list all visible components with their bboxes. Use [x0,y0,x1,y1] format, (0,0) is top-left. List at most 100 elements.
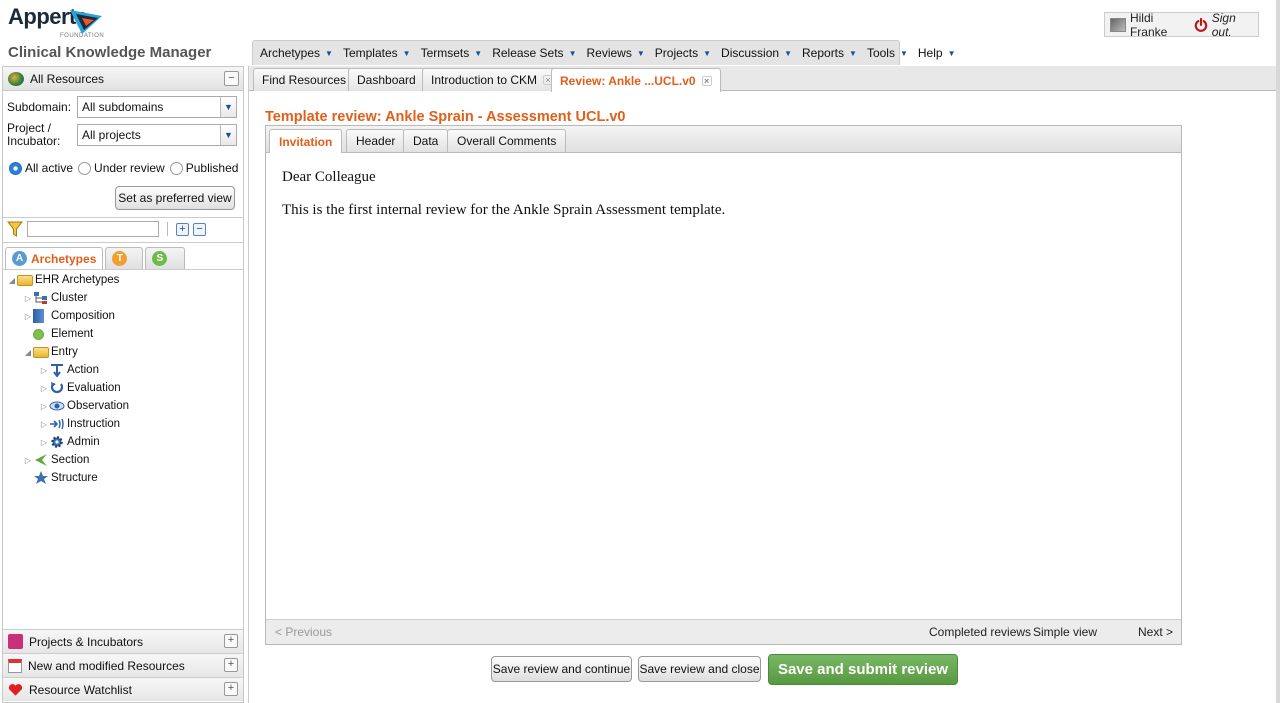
sign-out-link[interactable]: Sign out. [1212,11,1253,39]
filter-funnel-icon[interactable] [7,221,23,237]
previous-link[interactable]: < Previous [275,625,332,639]
tab-templates[interactable]: T [105,247,144,269]
tree-node-admin[interactable]: ▷ Admin [7,433,243,451]
tree-node-section[interactable]: ▷ Section [7,451,243,469]
radio-all-active[interactable] [9,161,22,175]
set-preferred-view-button[interactable]: Set as preferred view [115,186,235,210]
tree-node-evaluation[interactable]: ▷ Evaluation [7,379,243,397]
sidebar-header: All Resources − [3,67,243,91]
tab-review-ankle[interactable]: Review: Ankle ...UCL.v0 × [551,68,721,92]
sidebar-projects-incubators[interactable]: Projects & Incubators + [3,629,243,653]
composition-icon [33,309,44,323]
simple-view-link[interactable]: Simple view [1033,625,1097,639]
tree-label: Entry [51,346,78,358]
tab-dashboard[interactable]: Dashboard [348,68,425,91]
next-link[interactable]: Next > [1138,625,1173,639]
sidebar-watchlist[interactable]: Resource Watchlist + [3,677,243,701]
collapsed-arrow-icon[interactable]: ▷ [23,294,33,303]
menu-tools[interactable]: Tools ▼ [862,46,913,60]
user-name[interactable]: Hildi Franke [1130,11,1186,39]
power-icon[interactable] [1194,17,1208,33]
eye-icon [49,401,65,411]
tree-node-structure[interactable]: Structure [7,469,243,487]
tab-label: Find Resources [262,73,347,87]
tab-overall-comments[interactable]: Overall Comments [447,129,567,152]
completed-reviews-link[interactable]: Completed reviews [929,625,1031,639]
submit-review-button[interactable]: Save and submit review [768,654,958,685]
collapsed-arrow-icon[interactable]: ▷ [39,366,49,375]
tree-node-entry[interactable]: ◢ Entry [7,343,243,361]
tab-archetypes[interactable]: A Archetypes [5,247,104,269]
resource-search-input[interactable] [27,221,159,237]
user-avatar[interactable] [1110,17,1126,32]
menu-termsets[interactable]: Termsets ▼ [416,46,488,60]
save-continue-button[interactable]: Save review and continue [491,656,632,682]
chevron-down-icon[interactable]: ▼ [220,125,236,145]
menu-label: Reviews [586,46,632,60]
project-select[interactable]: All projects ▼ [77,124,237,146]
top-header: Apperta FOUNDATION Clinical Knowledge Ma… [0,0,1280,66]
menu-label: Archetypes [260,46,321,60]
section-icon [35,454,47,466]
radio-under-review[interactable] [78,161,92,175]
menu-label: Reports [802,46,845,60]
tree-label: Action [67,364,99,376]
subdomain-select[interactable]: All subdomains ▼ [77,96,237,118]
menu-projects[interactable]: Projects ▼ [650,46,716,60]
menu-release-sets[interactable]: Release Sets ▼ [487,46,581,60]
menu-label: Release Sets [492,46,564,60]
tab-invitation[interactable]: Invitation [269,129,343,153]
menu-discussion[interactable]: Discussion ▼ [716,46,797,60]
menu-label: Termsets [420,46,470,60]
tab-label: Dashboard [357,73,416,87]
app-logo[interactable]: Apperta FOUNDATION Clinical Knowledge Ma… [4,2,244,62]
tab-label: Review: Ankle ...UCL.v0 [560,73,696,88]
expand-plus-icon[interactable]: + [224,634,238,648]
chevron-down-icon[interactable]: ▼ [220,97,236,117]
dropdown-arrow-icon: ▼ [636,48,645,58]
tree-node-action[interactable]: ▷ Action [7,361,243,379]
tab-termsets[interactable]: S [145,247,186,269]
tree-label: EHR Archetypes [35,274,120,286]
main-menu: Archetypes ▼ Templates ▼ Termsets ▼ Release… [252,40,956,65]
greeting-text: Dear Colleague [282,169,376,185]
tree-node-cluster[interactable]: ▷ Cluster [7,289,243,307]
tree-node-ehr-archetypes[interactable]: ◢ EHR Archetypes [7,271,243,289]
sidebar-new-modified[interactable]: New and modified Resources + [3,653,243,677]
tree-node-instruction[interactable]: ▷ Instruction [7,415,243,433]
collapsed-arrow-icon[interactable]: ▷ [39,402,49,411]
tab-data[interactable]: Data [403,129,449,152]
menu-help[interactable]: Help ▼ [913,46,961,60]
collapsed-arrow-icon[interactable]: ▷ [39,420,49,429]
expanded-arrow-icon[interactable]: ◢ [23,348,33,357]
tab-find-resources[interactable]: Find Resources [253,68,356,91]
collapsed-arrow-icon[interactable]: ▷ [23,456,33,465]
collapse-button[interactable]: − [224,71,239,86]
menu-templates[interactable]: Templates ▼ [338,46,416,60]
close-icon[interactable]: × [701,75,712,86]
tree-node-observation[interactable]: ▷ Observation [7,397,243,415]
menu-reviews[interactable]: Reviews ▼ [581,46,649,60]
project-filter: Project / Incubator: All projects ▼ [7,122,237,148]
tab-header[interactable]: Header [346,129,406,152]
separator [167,222,168,236]
tree-node-composition[interactable]: ▷ Composition [7,307,243,325]
menu-archetypes[interactable]: Archetypes ▼ [255,46,338,60]
expanded-arrow-icon[interactable]: ◢ [7,276,17,285]
collapsed-arrow-icon[interactable]: ▷ [23,312,33,321]
radio-published[interactable] [169,161,183,175]
folder-open-icon [33,346,49,358]
tree-node-element[interactable]: Element [7,325,243,343]
tab-introduction[interactable]: Introduction to CKM × [422,68,563,91]
collapsed-arrow-icon[interactable]: ▷ [39,384,49,393]
expand-plus-icon[interactable]: + [224,658,238,672]
expand-plus-icon[interactable]: + [224,682,238,696]
menu-reports[interactable]: Reports ▼ [797,46,862,60]
dropdown-arrow-icon: ▼ [568,48,577,58]
collapse-all-icon[interactable]: − [193,222,206,236]
dropdown-arrow-icon: ▼ [703,48,712,58]
save-close-button[interactable]: Save review and close [638,656,761,682]
instruction-icon [50,418,64,430]
collapsed-arrow-icon[interactable]: ▷ [39,438,49,447]
expand-all-icon[interactable]: + [176,222,189,236]
